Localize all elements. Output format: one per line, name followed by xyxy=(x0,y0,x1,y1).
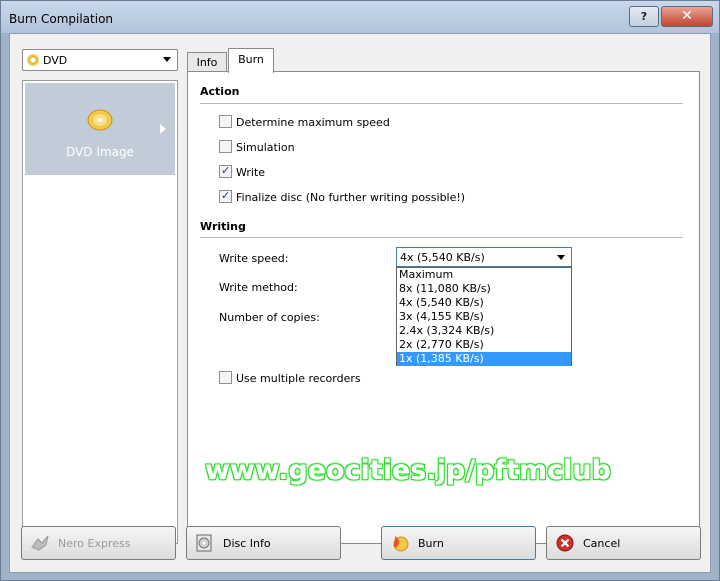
action-separator xyxy=(200,103,683,104)
media-type-combo[interactable]: DVD xyxy=(22,49,178,71)
burn-compilation-window: Burn Compilation ? ✕ DVD DVD Image Info … xyxy=(0,0,720,581)
window-title: Burn Compilation xyxy=(9,12,114,26)
cancel-button[interactable]: Cancel xyxy=(546,526,701,560)
compilation-type-panel: DVD Image xyxy=(22,80,178,544)
speed-option-selected[interactable]: 1x (1,385 KB/s) xyxy=(397,352,571,366)
determine-max-speed-label: Determine maximum speed xyxy=(236,116,390,129)
disc-info-icon xyxy=(196,534,212,552)
help-button[interactable]: ? xyxy=(629,6,659,27)
panel-item-dvd-image[interactable]: DVD Image xyxy=(25,83,175,175)
chevron-down-icon xyxy=(557,255,565,260)
disc-info-button[interactable]: Disc Info xyxy=(186,526,341,560)
close-button[interactable]: ✕ xyxy=(661,6,713,27)
disc-info-label: Disc Info xyxy=(223,537,271,550)
write-checkbox[interactable]: ✓ xyxy=(219,164,232,178)
action-heading: Action xyxy=(200,85,240,98)
speed-option[interactable]: 8x (11,080 KB/s) xyxy=(397,282,571,296)
finalize-disc-label: Finalize disc (No further writing possib… xyxy=(236,191,466,204)
speed-option[interactable]: 2.4x (3,324 KB/s) xyxy=(397,324,571,338)
write-method-label: Write method: xyxy=(219,281,298,294)
multiple-recorders-checkbox[interactable] xyxy=(219,371,232,384)
simulation-checkbox[interactable] xyxy=(219,140,232,153)
multiple-recorders-label: Use multiple recorders xyxy=(236,372,361,385)
nero-express-label: Nero Express xyxy=(58,537,131,550)
burn-flame-icon xyxy=(393,536,409,552)
nero-logo-icon xyxy=(31,535,49,551)
tab-burn[interactable]: Burn xyxy=(228,48,274,73)
cancel-icon xyxy=(556,534,574,552)
checkmark-icon: ✓ xyxy=(221,164,231,177)
dialog-client-area: DVD DVD Image Info Burn Action Determine… xyxy=(9,33,711,573)
write-speed-value: 4x (5,540 KB/s) xyxy=(400,251,485,264)
panel-item-label: DVD Image xyxy=(66,145,134,159)
dvd-disc-icon xyxy=(87,109,113,131)
finalize-disc-checkbox[interactable]: ✓ xyxy=(219,189,232,203)
write-label: Write xyxy=(236,166,266,179)
cancel-label: Cancel xyxy=(583,537,621,550)
burn-button[interactable]: Burn xyxy=(381,526,536,560)
media-type-value: DVD xyxy=(43,54,68,67)
speed-option[interactable]: 3x (4,155 KB/s) xyxy=(397,310,571,324)
number-of-copies-label: Number of copies: xyxy=(219,311,320,324)
burn-label: Burn xyxy=(418,537,444,550)
writing-heading: Writing xyxy=(200,220,246,233)
dvd-disc-icon xyxy=(27,54,39,66)
speed-option[interactable]: 2x (2,770 KB/s) xyxy=(397,338,571,352)
write-speed-label: Write speed: xyxy=(219,252,289,265)
determine-max-speed-checkbox[interactable] xyxy=(219,115,232,128)
speed-option[interactable]: 4x (5,540 KB/s) xyxy=(397,296,571,310)
nero-express-button[interactable]: Nero Express xyxy=(21,526,176,560)
watermark-text: www.geocities.jp/pftmclub xyxy=(205,455,611,486)
chevron-down-icon xyxy=(163,57,171,62)
title-bar: Burn Compilation ? ✕ xyxy=(1,1,719,33)
chevron-right-icon xyxy=(160,124,166,134)
speed-option[interactable]: Maximum xyxy=(397,268,571,282)
write-speed-combo[interactable]: 4x (5,540 KB/s) xyxy=(396,247,572,267)
tab-info[interactable]: Info xyxy=(187,52,227,72)
writing-separator xyxy=(200,237,683,238)
simulation-label: Simulation xyxy=(236,141,295,154)
checkmark-icon: ✓ xyxy=(221,189,231,202)
write-speed-dropdown-list: Maximum 8x (11,080 KB/s) 4x (5,540 KB/s)… xyxy=(396,267,572,366)
